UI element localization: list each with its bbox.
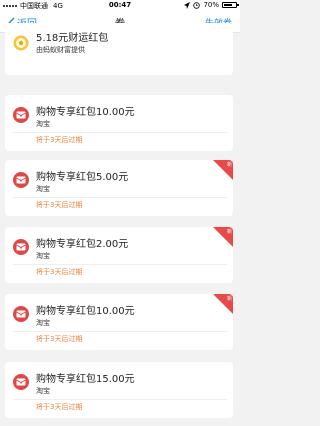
coupon-title: 购物专享红包2.00元 — [36, 239, 129, 250]
divider — [13, 197, 227, 198]
divider — [13, 331, 227, 332]
red-envelope-icon — [13, 239, 29, 255]
red-envelope-icon — [13, 374, 29, 390]
coupon-title: 购物专享红包15.00元 — [36, 374, 135, 385]
coupon-card[interactable]: 新 购物专享红包10.00元 淘宝 将于3天后过期 — [5, 294, 233, 350]
new-badge-label: 新 — [226, 296, 232, 302]
coupon-source: 淘宝 — [36, 319, 50, 327]
coupon-card[interactable]: 新 购物专享红包2.00元 淘宝 将于3天后过期 — [5, 227, 233, 283]
red-envelope-icon — [13, 306, 29, 322]
divider — [13, 132, 227, 133]
coupon-expire: 将于3天后过期 — [36, 335, 83, 343]
coupon-expire: 将于3天后过期 — [36, 136, 83, 144]
red-envelope-icon — [13, 107, 29, 123]
coupon-card[interactable]: 新 购物专享红包5.00元 淘宝 将于3天后过期 — [5, 160, 233, 216]
coupon-source: 由蚂蚁财富提供 — [36, 46, 85, 54]
battery-percent: 70% — [203, 1, 219, 9]
coupon-title: 购物专享红包10.00元 — [36, 306, 135, 317]
divider — [13, 399, 227, 400]
status-right: 70% — [184, 1, 239, 9]
gold-coin-icon — [13, 35, 29, 51]
battery-fill — [224, 4, 232, 6]
coupon-source: 淘宝 — [36, 185, 50, 193]
coupon-card[interactable]: 购物专享红包15.00元 淘宝 将于3天后过期 — [5, 362, 233, 418]
coupon-card[interactable]: 购物专享红包10.00元 淘宝 将于3天后过期 — [5, 95, 233, 151]
coupon-expire: 将于3天后过期 — [36, 201, 83, 209]
coupon-source: 淘宝 — [36, 252, 50, 260]
battery-icon — [222, 2, 239, 8]
coupon-expire: 将于3天后过期 — [36, 403, 83, 411]
coupon-card[interactable]: 5.18元财运红包 由蚂蚁财富提供 — [5, 23, 233, 75]
location-icon — [184, 1, 191, 9]
coupon-source: 淘宝 — [36, 387, 50, 395]
new-badge-label: 新 — [226, 229, 232, 235]
coupon-title: 购物专享红包5.00元 — [36, 172, 129, 183]
divider — [13, 264, 227, 265]
coupon-source: 淘宝 — [36, 120, 50, 128]
coupon-title: 5.18元财运红包 — [36, 33, 109, 44]
coupon-expire: 将于3天后过期 — [36, 268, 83, 276]
new-badge-label: 新 — [226, 162, 232, 168]
status-bar: 中国联通 4G 00:47 70% — [0, 0, 240, 11]
coupon-title: 购物专享红包10.00元 — [36, 107, 135, 118]
red-envelope-icon — [13, 172, 29, 188]
alarm-icon — [193, 1, 201, 9]
